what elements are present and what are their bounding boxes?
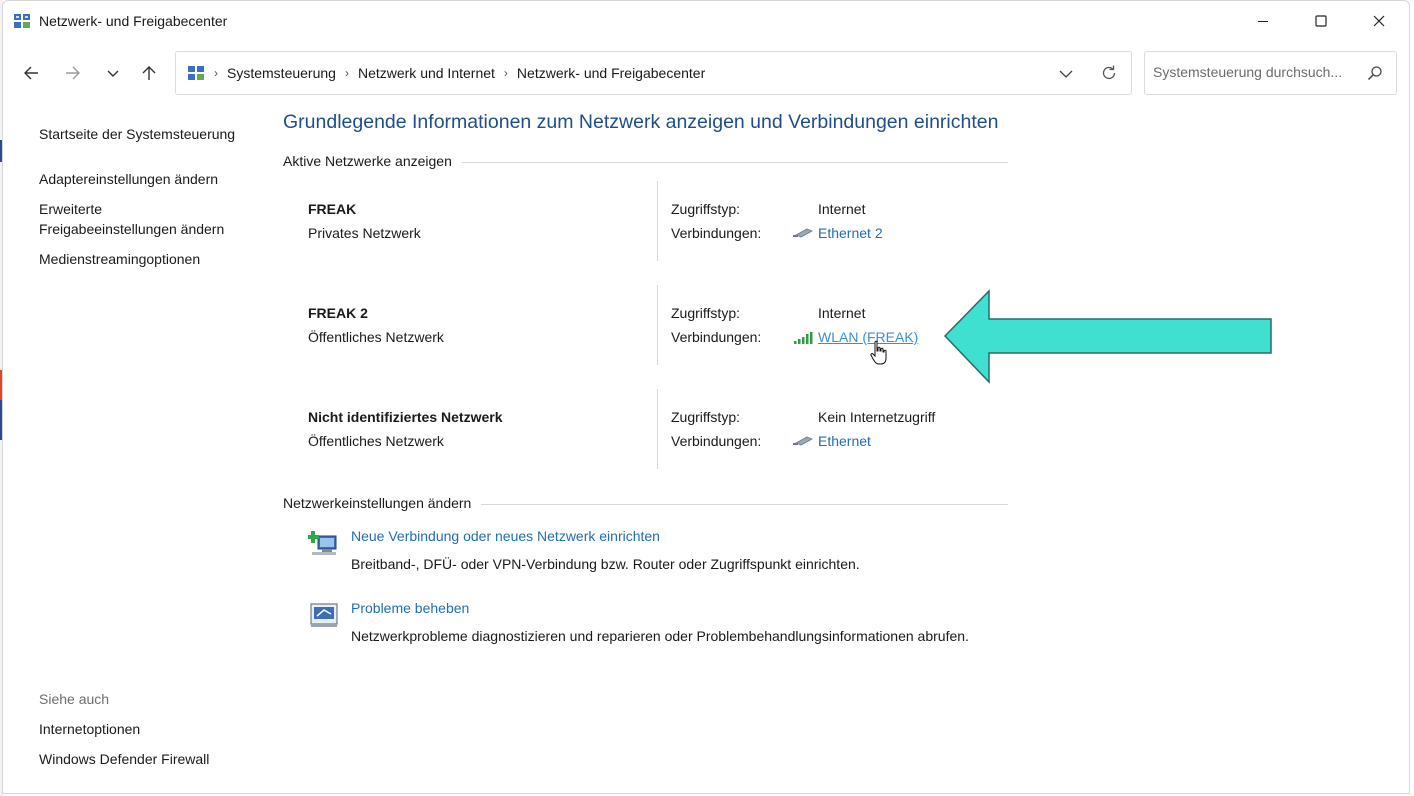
control-panel-icon — [188, 66, 204, 80]
refresh-icon — [1102, 65, 1116, 80]
search-icon[interactable] — [1367, 65, 1383, 81]
refresh-button[interactable] — [1098, 62, 1120, 84]
main-content: Grundlegende Informationen zum Netzwerk … — [283, 106, 1403, 786]
network-settings-heading-text: Netzwerkeinstellungen ändern — [283, 495, 472, 511]
ethernet-icon — [793, 228, 813, 238]
network-divider — [657, 389, 658, 469]
chevron-down-icon — [107, 70, 119, 77]
section-divider — [481, 503, 1008, 505]
chevron-down-icon — [1059, 70, 1073, 78]
sidebar-link-advanced-sharing-line2: Freigabeeinstellungen ändern — [39, 221, 225, 237]
connection-link-text: Ethernet — [818, 433, 871, 449]
maximize-icon — [1315, 15, 1327, 27]
access-type-value: Internet — [818, 305, 866, 321]
network-name: Nicht identifiziertes Netzwerk — [308, 409, 503, 425]
network-type: Öffentliches Netzwerk — [308, 329, 444, 345]
close-button[interactable] — [1350, 1, 1408, 41]
sidebar-link-home[interactable]: Startseite der Systemsteuerung — [39, 124, 235, 144]
breadcrumb: › Systemsteuerung › Netzwerk und Interne… — [214, 65, 714, 81]
network-settings-heading: Netzwerkeinstellungen ändern — [283, 495, 1008, 511]
title-bar: Netzwerk- und Freigabecenter — [3, 1, 1409, 41]
connections-label: Verbindungen: — [671, 225, 762, 241]
access-type-label: Zugriffstyp: — [671, 201, 740, 217]
annotation-arrow-icon — [943, 289, 1272, 384]
page-title: Grundlegende Informationen zum Netzwerk … — [283, 111, 999, 133]
network-name: FREAK — [308, 201, 357, 217]
section-divider — [461, 161, 1008, 163]
search-box[interactable] — [1144, 51, 1397, 95]
window-title: Netzwerk- und Freigabecenter — [39, 13, 228, 29]
troubleshoot-link[interactable]: Probleme beheben — [351, 600, 469, 616]
access-type-value: Kein Internetzugriff — [818, 409, 936, 425]
up-button[interactable] — [135, 59, 163, 87]
sidebar-link-advanced-sharing[interactable]: Erweiterte Freigabeeinstellungen ändern — [39, 199, 224, 239]
network-type: Privates Netzwerk — [308, 225, 421, 241]
connections-label: Verbindungen: — [671, 433, 762, 449]
troubleshoot-description: Netzwerkprobleme diagnostizieren und rep… — [351, 628, 969, 644]
sidebar-link-media-streaming[interactable]: Medienstreamingoptionen — [39, 249, 200, 269]
recent-locations-button[interactable] — [99, 59, 127, 87]
active-networks-heading-text: Aktive Netzwerke anzeigen — [283, 153, 452, 169]
address-bar[interactable]: › Systemsteuerung › Netzwerk und Interne… — [175, 51, 1132, 95]
sidebar-link-internet-options[interactable]: Internetoptionen — [39, 719, 140, 739]
chevron-right-icon: › — [214, 66, 218, 80]
network-divider — [657, 181, 658, 261]
chevron-right-icon: › — [503, 66, 508, 80]
new-connection-description: Breitband-, DFÜ- oder VPN-Verbindung bzw… — [351, 556, 860, 572]
ethernet-icon — [793, 436, 813, 446]
breadcrumb-netzwerk-und-freigabecenter[interactable]: Netzwerk- und Freigabecenter — [517, 65, 705, 81]
connections-label: Verbindungen: — [671, 329, 762, 345]
network-divider — [657, 285, 658, 365]
wifi-signal-icon — [794, 332, 813, 344]
minimize-icon — [1258, 21, 1268, 22]
sidebar-link-adapter-settings[interactable]: Adaptereinstellungen ändern — [39, 169, 218, 189]
troubleshoot-icon — [310, 603, 338, 627]
active-networks-heading: Aktive Netzwerke anzeigen — [283, 153, 1008, 169]
connection-link-ethernet-2[interactable]: Ethernet 2 — [793, 225, 883, 241]
address-dropdown-button[interactable] — [1056, 64, 1076, 84]
connection-link-text: Ethernet 2 — [818, 225, 883, 241]
sidebar-link-firewall[interactable]: Windows Defender Firewall — [39, 749, 209, 769]
access-type-label: Zugriffstyp: — [671, 409, 740, 425]
connection-link-ethernet[interactable]: Ethernet — [793, 433, 871, 449]
maximize-button[interactable] — [1292, 1, 1350, 41]
arrow-right-icon — [66, 66, 80, 80]
chevron-right-icon: › — [344, 66, 349, 80]
access-type-label: Zugriffstyp: — [671, 305, 740, 321]
breadcrumb-systemsteuerung[interactable]: Systemsteuerung — [227, 65, 336, 81]
network-name: FREAK 2 — [308, 305, 368, 321]
arrow-left-icon — [24, 66, 38, 80]
new-connection-icon — [308, 531, 337, 555]
forward-button[interactable] — [59, 59, 87, 87]
sidebar-link-advanced-sharing-line1: Erweiterte — [39, 201, 103, 217]
breadcrumb-netzwerk-und-internet[interactable]: Netzwerk und Internet — [358, 65, 495, 81]
close-icon — [1373, 15, 1385, 27]
new-connection-link[interactable]: Neue Verbindung oder neues Netzwerk einr… — [351, 528, 660, 544]
control-panel-window: Netzwerk- und Freigabecenter › Systemste… — [2, 0, 1410, 794]
hand-cursor-icon — [870, 340, 887, 365]
search-input[interactable] — [1153, 64, 1358, 80]
navigation-bar: › Systemsteuerung › Netzwerk und Interne… — [3, 41, 1409, 103]
arrow-up-icon — [142, 66, 156, 80]
back-button[interactable] — [17, 59, 45, 87]
network-type: Öffentliches Netzwerk — [308, 433, 444, 449]
access-type-value: Internet — [818, 201, 866, 217]
minimize-button[interactable] — [1234, 1, 1292, 41]
network-center-app-icon — [14, 14, 30, 28]
see-also-heading: Siehe auch — [39, 691, 110, 707]
